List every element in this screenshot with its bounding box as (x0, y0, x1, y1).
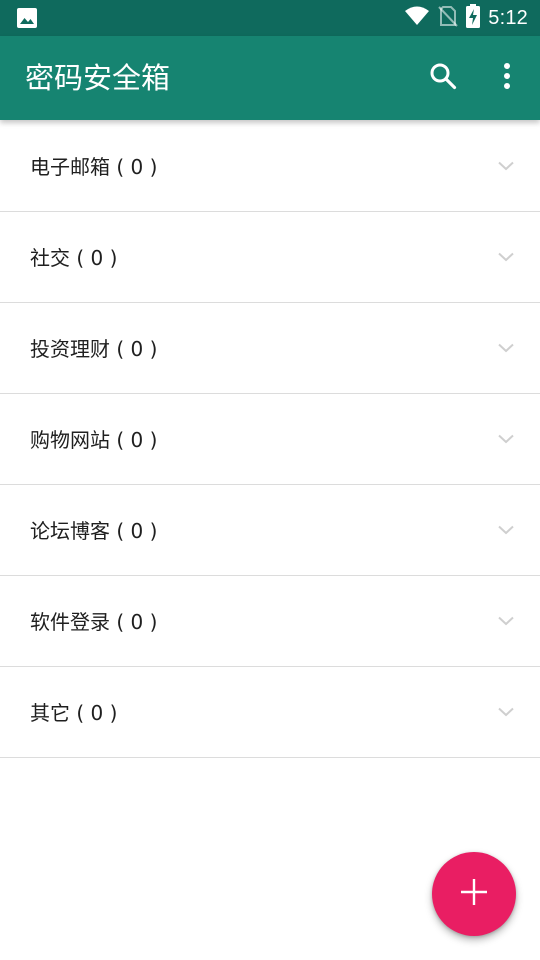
chevron-down-icon (496, 247, 516, 267)
category-row-software[interactable]: 软件登录 ( 0 ) (0, 576, 540, 667)
category-row-forum[interactable]: 论坛博客 ( 0 ) (0, 485, 540, 576)
status-bar: 5:12 (0, 0, 540, 36)
no-sim-icon (438, 5, 458, 31)
category-row-shopping[interactable]: 购物网站 ( 0 ) (0, 394, 540, 485)
search-icon (429, 62, 457, 94)
category-row-social[interactable]: 社交 ( 0 ) (0, 212, 540, 303)
app-bar: 密码安全箱 (0, 36, 540, 120)
app-title: 密码安全箱 (25, 61, 171, 95)
app-screen: 5:12 密码安全箱 电子邮箱 ( 0 ) 社交 (0) 投资理财 (0 … (0, 0, 540, 960)
status-time: 5:12 (488, 6, 528, 29)
category-label: 软件登录 ( 0 ) (30, 610, 158, 634)
category-label: 电子邮箱 ( 0 ) (30, 155, 158, 179)
category-row-other[interactable]: 其它 ( 0 ) (0, 667, 540, 758)
chevron-down-icon (496, 520, 516, 540)
category-label: 社交 ( 0 ) (30, 246, 118, 270)
image-icon (16, 7, 38, 29)
category-list: 电子邮箱 ( 0 ) 社交 ( 0 ) 投资理财 ( 0 ) 购物网站 ( 0 … (0, 121, 540, 758)
chevron-down-icon (496, 611, 516, 631)
category-label: 投资理财 ( 0 ) (30, 337, 158, 361)
chevron-down-icon (496, 702, 516, 722)
chevron-down-icon (496, 429, 516, 449)
category-row-email[interactable]: 电子邮箱 ( 0 ) (0, 121, 540, 212)
chevron-down-icon (496, 156, 516, 176)
add-button[interactable] (432, 852, 516, 936)
add-icon (459, 877, 489, 911)
status-icons: 5:12 (404, 0, 528, 36)
category-row-finance[interactable]: 投资理财 ( 0 ) (0, 303, 540, 394)
battery-charging-icon (466, 4, 481, 32)
more-vert-icon (503, 62, 511, 94)
category-label: 购物网站 ( 0 ) (30, 428, 158, 452)
chevron-down-icon (496, 338, 516, 358)
wifi-icon (404, 5, 430, 31)
category-label: 论坛博客 ( 0 ) (30, 519, 158, 543)
search-button[interactable] (421, 56, 465, 100)
more-options-button[interactable] (485, 56, 529, 100)
category-label: 其它 ( 0 ) (30, 701, 118, 725)
